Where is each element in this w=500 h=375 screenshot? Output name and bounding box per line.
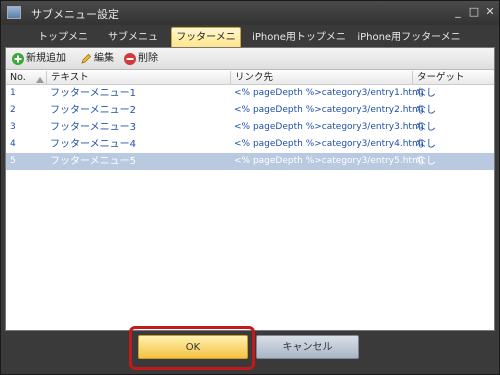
row-no: 4 xyxy=(10,139,16,149)
row-no: 3 xyxy=(10,122,16,132)
pencil-icon xyxy=(80,53,92,65)
row-no: 2 xyxy=(10,105,16,115)
cancel-button[interactable]: キャンセル xyxy=(256,335,359,359)
table-header: No. テキスト リンク先 ターゲット xyxy=(6,70,494,85)
settings-window: サブメニュー設定 _ □ ✕ トップメニュー サブメニュー フッターメニュー i… xyxy=(0,0,500,375)
tab-footer-menu[interactable]: フッターメニュー xyxy=(171,27,241,63)
table-row[interactable]: 3 フッターメニュー3 <% pageDepth %>category3/ent… xyxy=(6,119,494,136)
window-title: サブメニュー設定 xyxy=(31,8,119,21)
row-no: 1 xyxy=(10,88,16,98)
table-row[interactable]: 4 フッターメニュー4 <% pageDepth %>category3/ent… xyxy=(6,136,494,153)
row-text: フッターメニュー2 xyxy=(50,105,136,116)
row-target: なし xyxy=(416,156,436,167)
title-bar[interactable]: サブメニュー設定 _ □ ✕ xyxy=(1,1,499,25)
edit-button[interactable]: 編集 xyxy=(80,51,120,67)
row-link: <% pageDepth %>category3/entry1.html xyxy=(234,88,424,98)
table-row-selected[interactable]: 5 フッターメニュー5 <% pageDepth %>category3/ent… xyxy=(6,153,494,170)
tab-iphone-top-menu[interactable]: iPhone用トップメニュー xyxy=(251,29,347,61)
row-link: <% pageDepth %>category3/entry2.html xyxy=(234,105,424,115)
row-target: なし xyxy=(416,122,436,133)
table-row[interactable]: 2 フッターメニュー2 <% pageDepth %>category3/ent… xyxy=(6,102,494,119)
row-link: <% pageDepth %>category3/entry4.html xyxy=(234,139,424,149)
row-link: <% pageDepth %>category3/entry5.html xyxy=(234,156,424,166)
row-text: フッターメニュー4 xyxy=(50,139,136,150)
row-no: 5 xyxy=(10,156,16,166)
add-button-label: 新規追加 xyxy=(26,53,66,64)
row-text: フッターメニュー1 xyxy=(50,88,136,99)
toolbar: 新規追加 編集 削除 xyxy=(6,48,494,70)
ok-button-highlight-box xyxy=(129,326,255,370)
row-target: なし xyxy=(416,88,436,99)
delete-button-label: 削除 xyxy=(138,53,158,64)
tab-sub-menu[interactable]: サブメニュー xyxy=(105,29,161,61)
close-icon[interactable]: ✕ xyxy=(483,5,497,19)
row-target: なし xyxy=(416,139,436,150)
header-no[interactable]: No. xyxy=(10,71,26,84)
maximize-icon[interactable]: □ xyxy=(467,5,481,19)
header-link[interactable]: リンク先 xyxy=(230,71,273,84)
add-button[interactable]: 新規追加 xyxy=(12,51,74,67)
header-text[interactable]: テキスト xyxy=(46,71,89,84)
footer-menu-panel: 新規追加 編集 削除 No. テキスト リンク先 ターゲット 1 フッターメニュ… xyxy=(5,47,495,331)
minimize-icon[interactable]: _ xyxy=(451,5,465,19)
tab-iphone-footer-menu[interactable]: iPhone用フッターメニュー xyxy=(357,29,461,61)
row-text: フッターメニュー5 xyxy=(50,156,136,167)
header-target[interactable]: ターゲット xyxy=(412,71,465,84)
tab-top-menu[interactable]: トップメニュー xyxy=(35,29,91,61)
row-link: <% pageDepth %>category3/entry3.html xyxy=(234,122,424,132)
row-target: なし xyxy=(416,105,436,116)
row-text: フッターメニュー3 xyxy=(50,122,136,133)
delete-button[interactable]: 削除 xyxy=(124,51,164,67)
edit-button-label: 編集 xyxy=(94,53,114,64)
minus-icon xyxy=(124,53,136,65)
table-row[interactable]: 1 フッターメニュー1 <% pageDepth %>category3/ent… xyxy=(6,85,494,102)
tab-bar: トップメニュー サブメニュー フッターメニュー iPhone用トップメニュー i… xyxy=(1,27,499,63)
app-icon xyxy=(7,6,21,19)
plus-icon xyxy=(12,53,24,65)
